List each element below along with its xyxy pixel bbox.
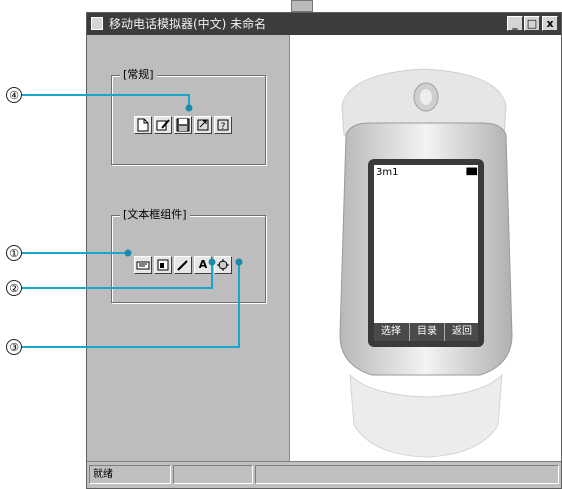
callout-4: ④ [6,87,22,103]
callout-1: ① [6,245,22,261]
callout-lines [22,94,243,348]
callout-2: ② [6,280,22,296]
callout-3: ③ [6,339,22,355]
